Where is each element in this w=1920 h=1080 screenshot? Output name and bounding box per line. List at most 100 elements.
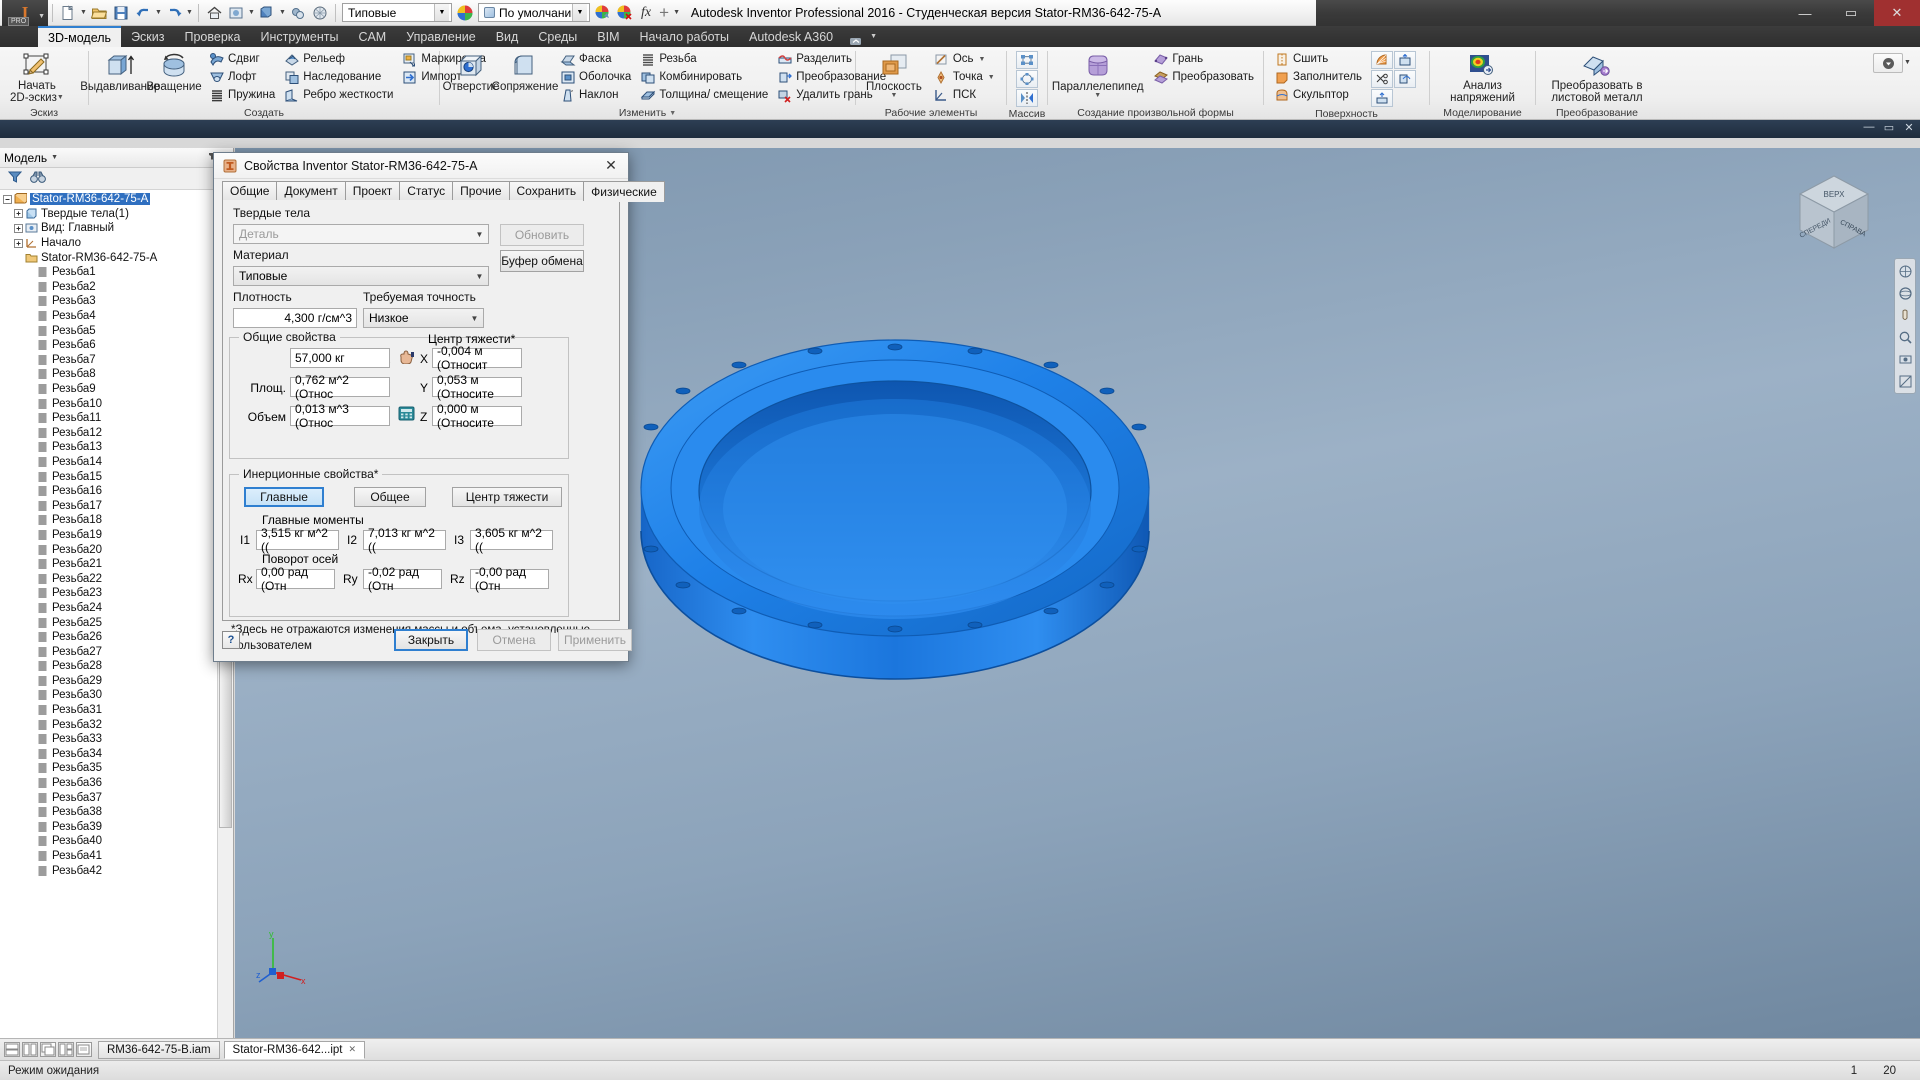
patch-button[interactable]: Заполнитель (1270, 68, 1367, 86)
tree-expander-icon[interactable] (24, 486, 35, 497)
tree-expander-icon[interactable] (24, 384, 35, 395)
tree-expander-icon[interactable] (24, 865, 35, 876)
accuracy-combo[interactable]: Низкое ▼ (363, 308, 484, 328)
center-of-gravity-button[interactable]: Центр тяжести (452, 487, 562, 507)
tree-node[interactable]: Резьба33 (0, 732, 233, 747)
tab-get-started[interactable]: Начало работы (630, 26, 739, 47)
tab-environments[interactable]: Среды (528, 26, 587, 47)
tree-expander-icon[interactable] (24, 836, 35, 847)
dialog-tab-custom[interactable]: Прочие (452, 181, 510, 200)
tree-expander-icon[interactable] (13, 252, 24, 263)
hole-button[interactable]: Отверстие (443, 49, 499, 106)
dialog-tab-project[interactable]: Проект (344, 181, 401, 200)
update-button[interactable]: Обновить (500, 224, 584, 246)
circular-pattern-icon[interactable] (1016, 70, 1038, 88)
box-button[interactable]: Параллелепипед ▼ (1052, 49, 1144, 106)
tree-expander-icon[interactable] (24, 617, 35, 628)
section-icon[interactable] (1896, 372, 1914, 390)
tree-expander-icon[interactable] (24, 573, 35, 584)
chevron-down-icon[interactable]: ▼ (185, 9, 194, 16)
tree-expander-icon[interactable] (24, 281, 35, 292)
tree-expander-icon[interactable] (24, 311, 35, 322)
tree-expander-icon[interactable] (24, 340, 35, 351)
tree-expander-icon[interactable] (24, 690, 35, 701)
tree-expander-icon[interactable] (24, 821, 35, 832)
chevron-down-icon[interactable]: ▼ (466, 309, 483, 327)
i2-field[interactable]: 7,013 кг м^2 (( (363, 526, 446, 554)
tree-expander-icon[interactable] (24, 602, 35, 613)
a360-cloud-icon[interactable] (843, 36, 869, 47)
tree-node[interactable]: Резьба14 (0, 455, 233, 470)
dialog-titlebar[interactable]: Свойства Inventor Stator-RM36-642-75-A ✕ (214, 153, 628, 179)
model-ring-stator[interactable] (635, 303, 1155, 703)
i3-field[interactable]: 3,605 кг м^2 (( (470, 526, 553, 554)
tree-node[interactable]: Резьба1 (0, 265, 233, 280)
replace-face-icon[interactable] (1394, 70, 1417, 88)
tree-node[interactable]: Резьба16 (0, 484, 233, 499)
tree-node[interactable]: Резьба20 (0, 542, 233, 557)
reflections-icon[interactable] (309, 2, 331, 24)
axis-button[interactable]: Ось ▼ (930, 50, 1000, 68)
save-icon[interactable] (110, 2, 132, 24)
tab-inspect[interactable]: Проверка (174, 26, 250, 47)
tree-node[interactable]: Резьба2 (0, 280, 233, 295)
chevron-down-icon[interactable]: ▼ (434, 4, 449, 21)
start-2d-sketch-button[interactable]: Начать 2D-эскиз ▼ (4, 49, 70, 106)
combine-button[interactable]: Комбинировать (636, 68, 773, 86)
tree-expander-icon[interactable] (24, 500, 35, 511)
inventor-properties-dialog[interactable]: Свойства Inventor Stator-RM36-642-75-A ✕… (213, 152, 665, 662)
tree-node[interactable]: Вид: Главный (0, 221, 233, 236)
dialog-tab-save[interactable]: Сохранить (508, 181, 585, 200)
rectangular-pattern-icon[interactable] (1016, 51, 1038, 69)
tree-node[interactable]: Начало (0, 236, 233, 251)
tree-node[interactable]: Резьба28 (0, 659, 233, 674)
mass-field[interactable]: 57,000 кг (290, 348, 390, 368)
arrange-icon[interactable] (58, 1042, 74, 1057)
tree-node[interactable]: Резьба22 (0, 571, 233, 586)
tree-expander-icon[interactable] (24, 544, 35, 555)
tree-expander-icon[interactable] (24, 734, 35, 745)
tree-expander-icon[interactable] (13, 238, 24, 249)
tab-cam[interactable]: CAM (348, 26, 396, 47)
ruled-surface-icon[interactable] (1371, 51, 1394, 69)
tree-expander-icon[interactable] (2, 194, 13, 205)
extrude-button[interactable]: Выдавливание (80, 49, 160, 106)
tree-node[interactable]: Резьба24 (0, 601, 233, 616)
cog-y-field[interactable]: 0,053 м (Относите (432, 373, 522, 401)
tree-node[interactable]: Резьба13 (0, 440, 233, 455)
tree-expander-icon[interactable] (13, 223, 24, 234)
tree-node[interactable]: Резьба41 (0, 849, 233, 864)
tree-expander-icon[interactable] (24, 763, 35, 774)
document-tab-assembly[interactable]: RM36-642-75-B.iam (98, 1040, 220, 1059)
tree-expander-icon[interactable] (24, 354, 35, 365)
coil-button[interactable]: Пружина (205, 86, 280, 104)
area-field[interactable]: 0,762 м^2 (Относ (290, 373, 390, 401)
doc-close-button[interactable]: ✕ (1902, 121, 1916, 134)
model-tree[interactable]: Stator-RM36-642-75-A Твердые тела(1) Вид: … (0, 190, 233, 1038)
tree-expander-icon[interactable] (24, 719, 35, 730)
tab-sketch[interactable]: Эскиз (121, 26, 174, 47)
tree-node[interactable]: Резьба26 (0, 630, 233, 645)
chevron-down-icon[interactable]: ▼ (79, 9, 88, 16)
tree-node[interactable]: Резьба6 (0, 338, 233, 353)
tree-node[interactable]: Резьба4 (0, 309, 233, 324)
tab-3d-model[interactable]: 3D-модель (38, 26, 122, 47)
tab-manage[interactable]: Управление (396, 26, 486, 47)
hand-pointer-icon[interactable] (398, 348, 416, 367)
plane-button[interactable]: Плоскость ▼ (860, 49, 928, 106)
tree-expander-icon[interactable] (24, 748, 35, 759)
tab-tools[interactable]: Инструменты (250, 26, 348, 47)
convert-sheet-metal-button[interactable]: Преобразовать в листовой металл (1545, 49, 1648, 106)
i1-field[interactable]: 3,515 кг м^2 (( (256, 526, 339, 554)
dialog-tab-physical[interactable]: Физические (583, 181, 665, 202)
tree-node[interactable]: Резьба39 (0, 820, 233, 835)
dialog-tab-document[interactable]: Документ (276, 181, 346, 200)
maximize-button[interactable]: ▭ (1828, 0, 1874, 26)
fillet-button[interactable]: Сопряжение (492, 49, 558, 106)
filter-icon[interactable] (7, 170, 23, 187)
chevron-down-icon[interactable]: ▼ (1903, 59, 1912, 66)
home-view-icon[interactable] (203, 2, 225, 24)
tree-node[interactable]: Резьба42 (0, 863, 233, 878)
tree-expander-icon[interactable] (24, 471, 35, 482)
open-file-icon[interactable] (88, 2, 110, 24)
